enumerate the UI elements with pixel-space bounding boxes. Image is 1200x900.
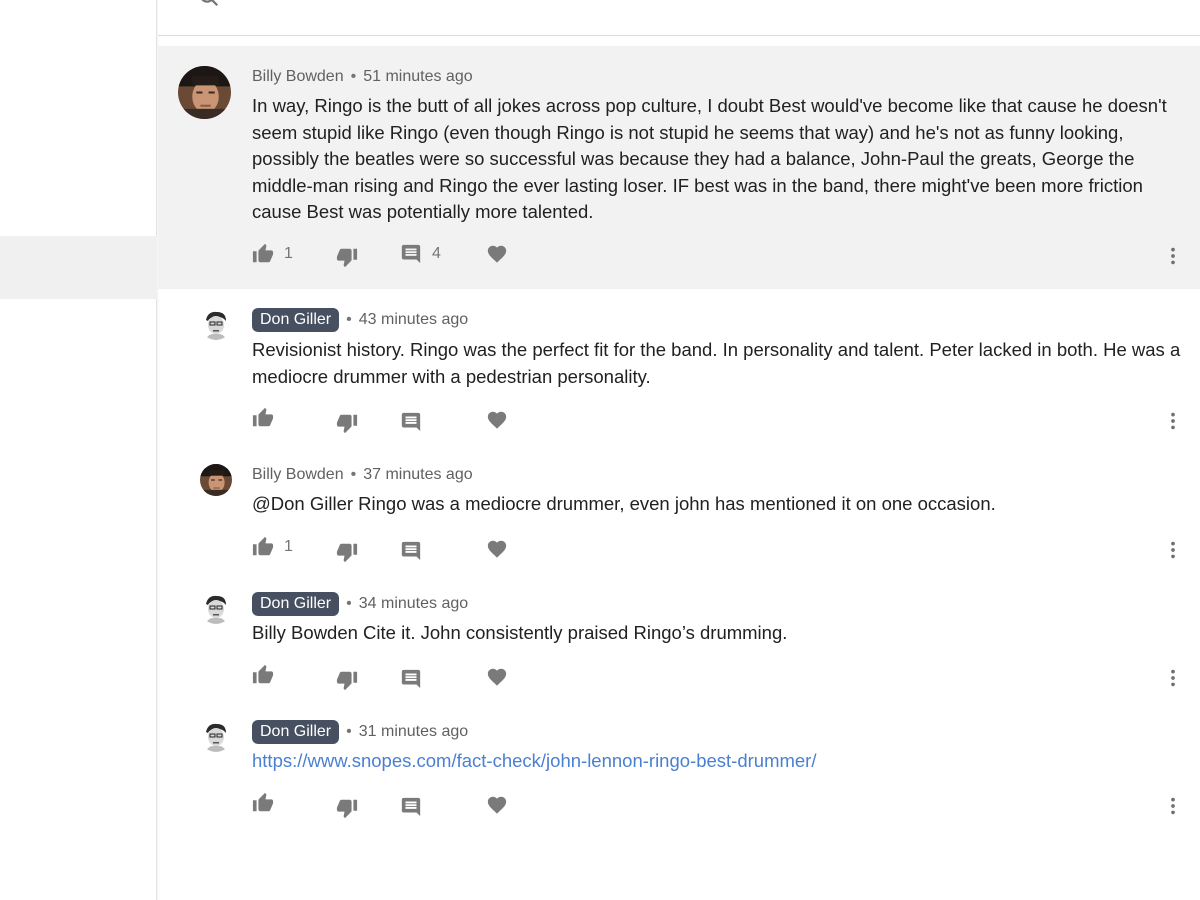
author-badge[interactable]: Don Giller xyxy=(252,592,340,616)
like-count: 1 xyxy=(284,245,293,262)
more-vert-icon[interactable] xyxy=(1162,795,1184,817)
heart-icon xyxy=(486,409,508,431)
author-name[interactable]: Billy Bowden xyxy=(252,466,344,484)
more-vert-icon[interactable] xyxy=(1162,410,1184,432)
reply-button[interactable] xyxy=(400,411,422,433)
search-icon[interactable] xyxy=(198,0,220,8)
comment-meta: Don Giller • 43 minutes ago xyxy=(252,308,468,332)
comment-icon xyxy=(400,411,422,433)
left-sidebar xyxy=(0,0,157,900)
comment-icon xyxy=(400,668,422,690)
separator-dot: • xyxy=(346,723,352,740)
comment-actions xyxy=(252,664,1200,690)
thumb-up-icon xyxy=(252,407,274,429)
separator-dot: • xyxy=(350,466,357,483)
thumb-down-icon xyxy=(336,669,358,691)
reply-button[interactable]: 4 xyxy=(400,243,441,265)
dislike-button[interactable] xyxy=(336,412,358,434)
heart-icon xyxy=(486,538,508,560)
dislike-button[interactable] xyxy=(336,797,358,819)
reply-button[interactable] xyxy=(400,540,422,562)
sidebar-active-item[interactable] xyxy=(0,236,157,299)
comment-link[interactable]: https://www.snopes.com/fact-check/john-l… xyxy=(252,750,817,771)
thumb-up-icon xyxy=(252,243,274,265)
heart-icon xyxy=(486,666,508,688)
like-button[interactable] xyxy=(252,792,274,814)
comment-meta: Don Giller • 34 minutes ago xyxy=(252,592,468,616)
comment-icon xyxy=(400,540,422,562)
comment-text: In way, Ringo is the butt of all jokes a… xyxy=(252,95,1167,222)
favorite-button[interactable] xyxy=(486,666,508,688)
like-button[interactable]: 1 xyxy=(252,243,293,265)
comment-icon xyxy=(400,243,422,265)
favorite-button[interactable] xyxy=(486,538,508,560)
separator-dot: • xyxy=(346,311,352,328)
separator-dot: • xyxy=(346,595,352,612)
comment-meta: Don Giller • 31 minutes ago xyxy=(252,720,468,744)
timestamp: 34 minutes ago xyxy=(358,595,469,612)
comment-meta: Billy Bowden • 37 minutes ago xyxy=(252,466,473,484)
comment-text: Billy Bowden Cite it. John consistently … xyxy=(252,622,788,643)
like-button[interactable] xyxy=(252,664,274,686)
like-button[interactable] xyxy=(252,407,274,429)
like-count: 1 xyxy=(284,538,293,555)
avatar[interactable] xyxy=(178,66,231,119)
comment-meta: Billy Bowden • 51 minutes ago xyxy=(252,68,473,86)
comment: Billy Bowden • 37 minutes ago @Don Gille… xyxy=(158,449,1200,577)
like-button[interactable]: 1 xyxy=(252,536,293,558)
comment-text: https://www.snopes.com/fact-check/john-l… xyxy=(252,748,1182,775)
dislike-button[interactable] xyxy=(336,541,358,563)
comment: Don Giller • 31 minutes ago https://www.… xyxy=(158,705,1200,833)
heart-icon xyxy=(486,794,508,816)
avatar[interactable] xyxy=(200,308,232,340)
favorite-button[interactable] xyxy=(486,794,508,816)
timestamp: 31 minutes ago xyxy=(358,723,469,740)
comment-actions xyxy=(252,792,1200,818)
separator-dot: • xyxy=(350,68,357,85)
comment-actions xyxy=(252,407,1200,433)
comment-actions: 1 xyxy=(252,536,1200,562)
avatar[interactable] xyxy=(200,464,232,496)
thumb-up-icon xyxy=(252,664,274,686)
thumb-down-icon xyxy=(336,246,358,268)
more-vert-icon[interactable] xyxy=(1162,245,1184,267)
heart-icon xyxy=(486,243,508,265)
comment-actions: 1 4 xyxy=(252,243,1200,269)
author-badge[interactable]: Don Giller xyxy=(252,720,340,744)
favorite-button[interactable] xyxy=(486,409,508,431)
comment-icon xyxy=(400,796,422,818)
timestamp: 43 minutes ago xyxy=(358,311,469,328)
thumb-up-icon xyxy=(252,536,274,558)
thumb-up-icon xyxy=(252,792,274,814)
top-bar xyxy=(158,0,1200,36)
author-name[interactable]: Billy Bowden xyxy=(252,68,344,86)
timestamp: 51 minutes ago xyxy=(363,68,473,85)
dislike-button[interactable] xyxy=(336,669,358,691)
reply-count: 4 xyxy=(432,245,441,262)
comment-text: @Don Giller Ringo was a mediocre drummer… xyxy=(252,493,996,514)
comment: Don Giller • 34 minutes ago Billy Bowden… xyxy=(158,577,1200,705)
comment-text: Revisionist history. Ringo was the perfe… xyxy=(252,339,1181,387)
comment: Don Giller • 43 minutes ago Revisionist … xyxy=(158,289,1200,449)
dislike-button[interactable] xyxy=(336,246,358,268)
reply-button[interactable] xyxy=(400,668,422,690)
more-vert-icon[interactable] xyxy=(1162,539,1184,561)
favorite-button[interactable] xyxy=(486,243,508,265)
author-badge[interactable]: Don Giller xyxy=(252,308,340,332)
more-vert-icon[interactable] xyxy=(1162,667,1184,689)
thumb-down-icon xyxy=(336,797,358,819)
thumb-down-icon xyxy=(336,412,358,434)
avatar[interactable] xyxy=(200,720,232,752)
timestamp: 37 minutes ago xyxy=(363,466,473,483)
thumb-down-icon xyxy=(336,541,358,563)
avatar[interactable] xyxy=(200,592,232,624)
comment: Billy Bowden • 51 minutes ago In way, Ri… xyxy=(158,46,1200,289)
reply-button[interactable] xyxy=(400,796,422,818)
